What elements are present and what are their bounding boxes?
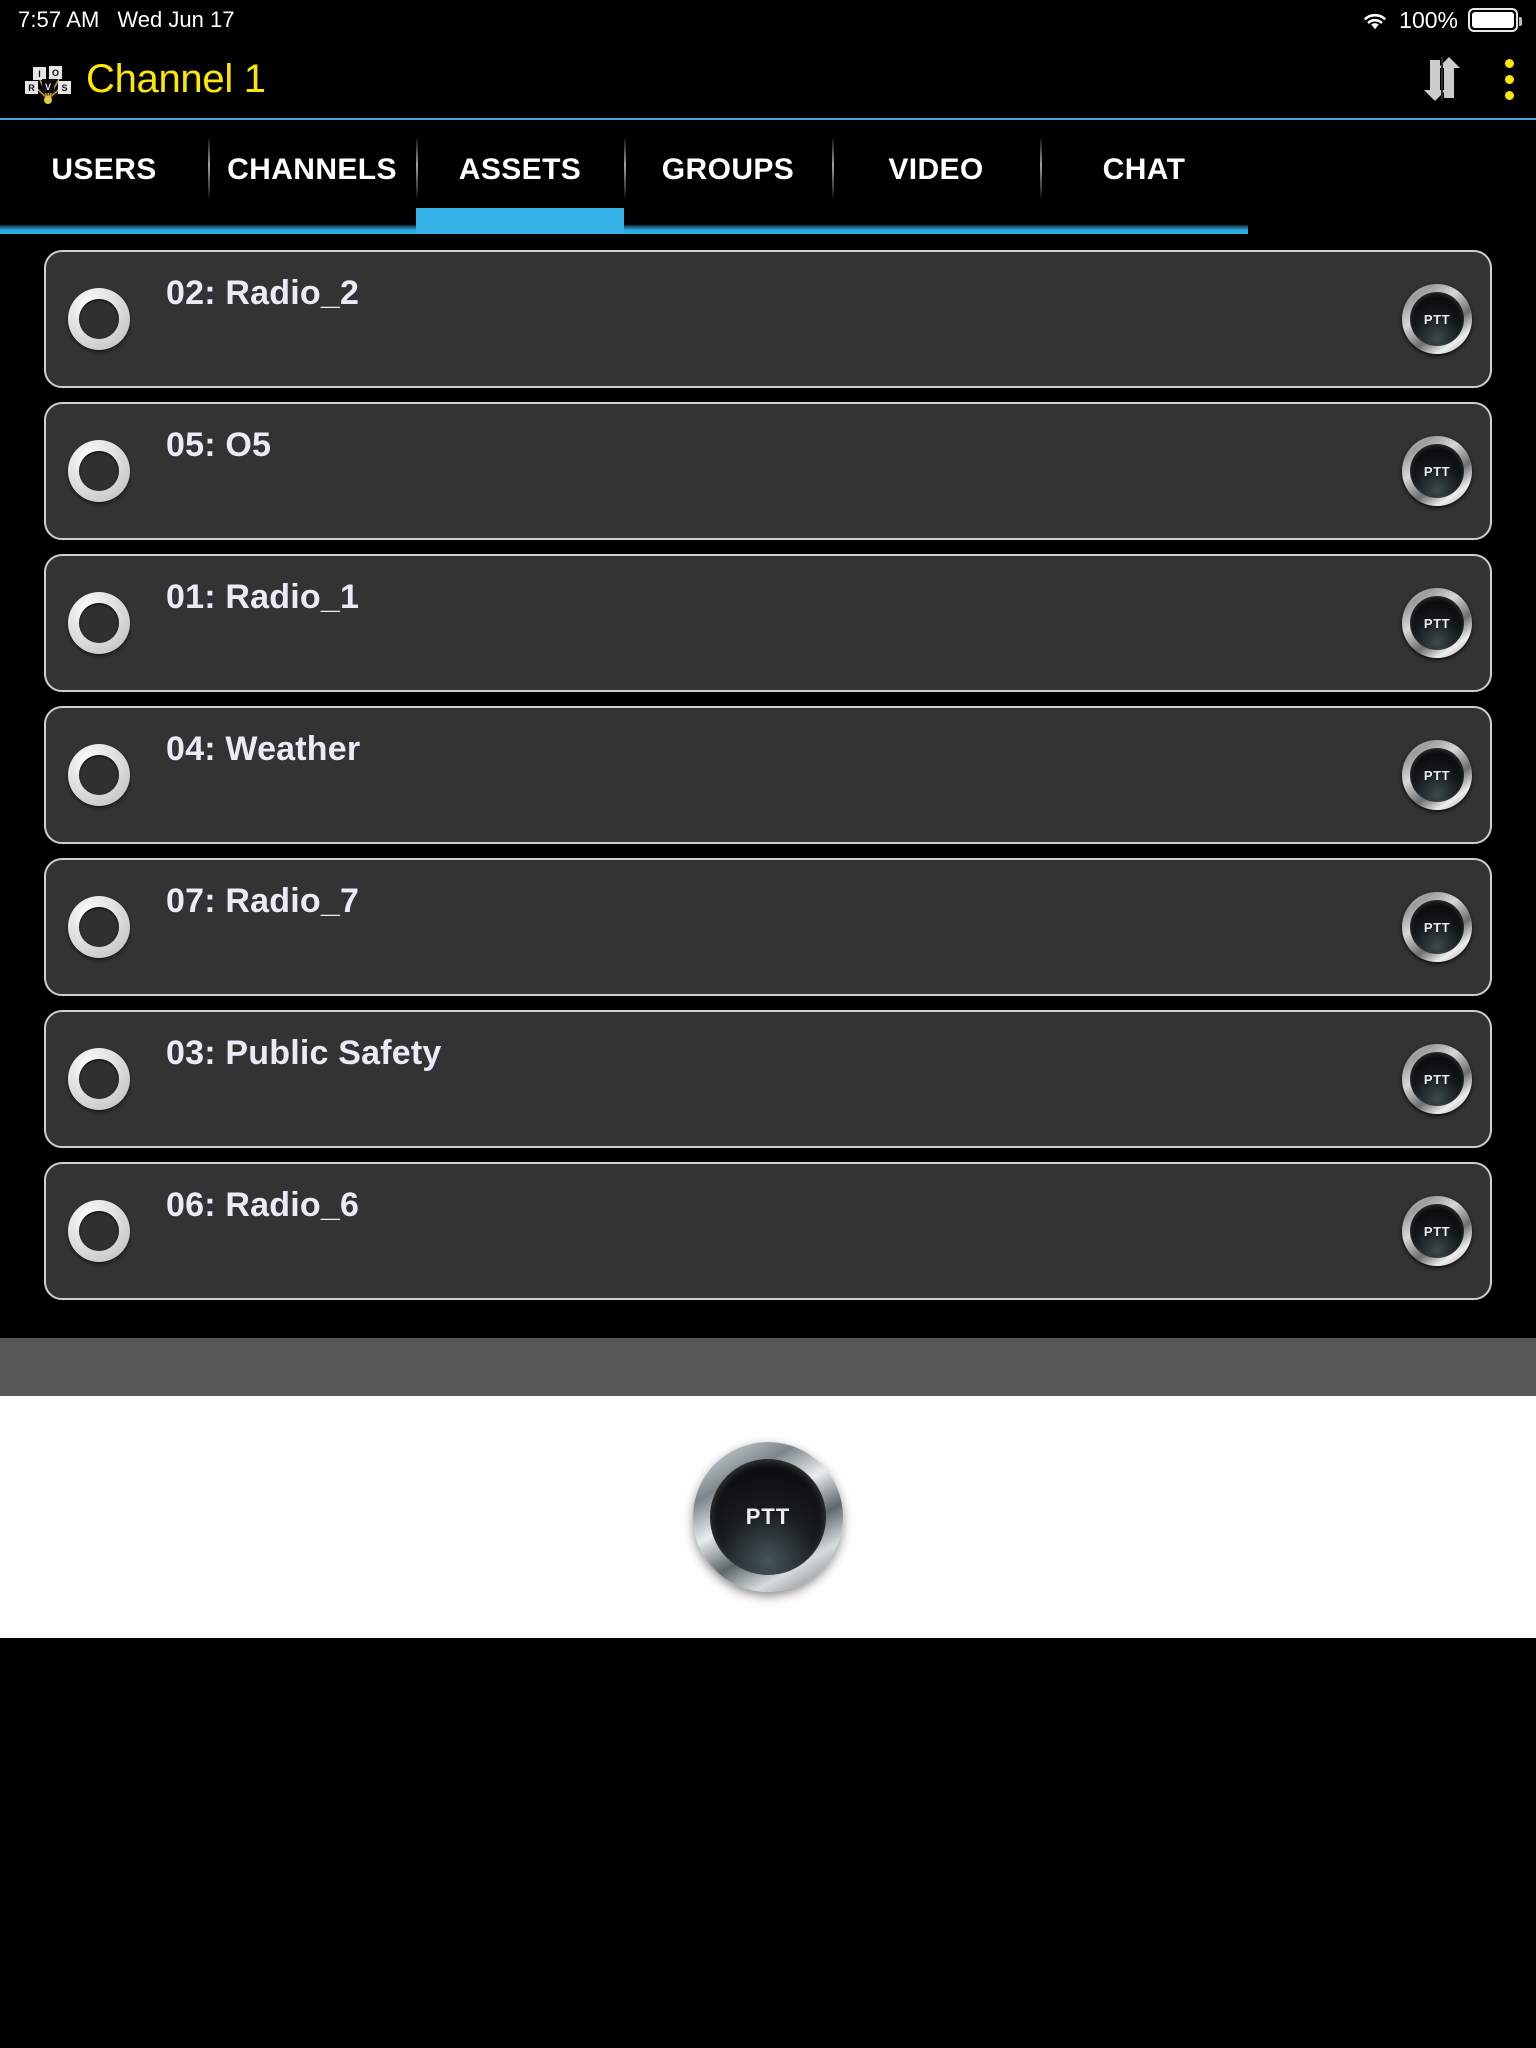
tab-label: CHAT [1102, 153, 1186, 186]
asset-name: 06: Radio_6 [166, 1186, 360, 1224]
ptt-button[interactable]: PTT [1402, 1196, 1472, 1266]
tab-users[interactable]: USERS [0, 120, 208, 242]
divider-bar [0, 1338, 1536, 1396]
table-row[interactable]: 03: Public Safety PTT [44, 1010, 1492, 1148]
status-bar: 7:57 AM Wed Jun 17 100% [0, 0, 1536, 40]
ptt-button-label: PTT [1410, 748, 1464, 802]
ptt-button[interactable]: PTT [1402, 284, 1472, 354]
main-ptt-button[interactable]: PTT [693, 1442, 843, 1592]
asset-name: 05: O5 [166, 426, 272, 464]
riosv-logo-icon: I O R S V [20, 51, 76, 107]
tab-channels[interactable]: CHANNELS [208, 120, 416, 242]
status-time: 7:57 AM [18, 7, 100, 32]
status-date: Wed Jun 17 [117, 7, 235, 32]
table-row[interactable]: 05: O5 PTT [44, 402, 1492, 540]
tab-indicator [624, 225, 832, 234]
select-radio-icon[interactable] [68, 1048, 130, 1110]
tab-indicator [0, 225, 208, 234]
wifi-icon [1361, 10, 1389, 31]
asset-name: 01: Radio_1 [166, 578, 360, 616]
tab-label: USERS [51, 153, 157, 186]
asset-name: 07: Radio_7 [166, 882, 360, 920]
ptt-button[interactable]: PTT [1402, 892, 1472, 962]
tab-assets[interactable]: ASSETS [416, 120, 624, 242]
tab-indicator [208, 225, 416, 234]
ptt-button[interactable]: PTT [1402, 740, 1472, 810]
tab-video[interactable]: VIDEO [832, 120, 1040, 242]
asset-name: 04: Weather [166, 730, 361, 768]
tab-chat[interactable]: CHAT [1040, 120, 1248, 242]
select-radio-icon[interactable] [68, 288, 130, 350]
app-header: I O R S V Channel 1 [0, 40, 1536, 120]
table-row[interactable]: 06: Radio_6 PTT [44, 1162, 1492, 1300]
tab-bar: USERS CHANNELS ASSETS GROUPS VIDEO CHAT [0, 120, 1536, 242]
table-row[interactable]: 07: Radio_7 PTT [44, 858, 1492, 996]
main-ptt-button-label: PTT [710, 1459, 826, 1575]
svg-text:R: R [28, 83, 35, 93]
ptt-button[interactable]: PTT [1402, 588, 1472, 658]
kebab-menu-icon[interactable] [1504, 55, 1514, 104]
swap-vertical-arrows-icon[interactable] [1422, 56, 1462, 102]
svg-text:O: O [52, 68, 59, 78]
ptt-button-label: PTT [1410, 596, 1464, 650]
tab-label: ASSETS [458, 153, 582, 186]
tab-label: VIDEO [888, 153, 984, 186]
tab-indicator [1040, 225, 1248, 234]
ptt-button-label: PTT [1410, 444, 1464, 498]
ptt-button-label: PTT [1410, 1052, 1464, 1106]
svg-text:V: V [45, 82, 51, 92]
svg-text:I: I [38, 69, 41, 79]
battery-icon [1468, 8, 1522, 32]
select-radio-icon[interactable] [68, 592, 130, 654]
status-bar-left: 7:57 AM Wed Jun 17 [18, 7, 234, 33]
tab-groups[interactable]: GROUPS [624, 120, 832, 242]
tab-indicator [832, 225, 1040, 234]
asset-name: 02: Radio_2 [166, 274, 360, 312]
battery-percent: 100% [1399, 6, 1458, 33]
ptt-button-label: PTT [1410, 900, 1464, 954]
header-actions [1422, 55, 1514, 104]
page-title: Channel 1 [86, 56, 266, 101]
tab-label: GROUPS [661, 153, 795, 186]
ptt-footer: PTT [0, 1396, 1536, 1638]
select-radio-icon[interactable] [68, 896, 130, 958]
tab-indicator-active [416, 208, 624, 234]
status-bar-right: 100% [1361, 6, 1522, 34]
select-radio-icon[interactable] [68, 440, 130, 502]
ptt-button[interactable]: PTT [1402, 1044, 1472, 1114]
asset-name: 03: Public Safety [166, 1034, 442, 1072]
table-row[interactable]: 02: Radio_2 PTT [44, 250, 1492, 388]
select-radio-icon[interactable] [68, 744, 130, 806]
select-radio-icon[interactable] [68, 1200, 130, 1262]
table-row[interactable]: 01: Radio_1 PTT [44, 554, 1492, 692]
svg-text:S: S [61, 83, 67, 93]
ptt-button[interactable]: PTT [1402, 436, 1472, 506]
tab-label: CHANNELS [227, 153, 397, 186]
asset-list: 02: Radio_2 PTT 05: O5 PTT 01: Radio_1 P… [0, 242, 1536, 1338]
table-row[interactable]: 04: Weather PTT [44, 706, 1492, 844]
ptt-button-label: PTT [1410, 292, 1464, 346]
ptt-button-label: PTT [1410, 1204, 1464, 1258]
